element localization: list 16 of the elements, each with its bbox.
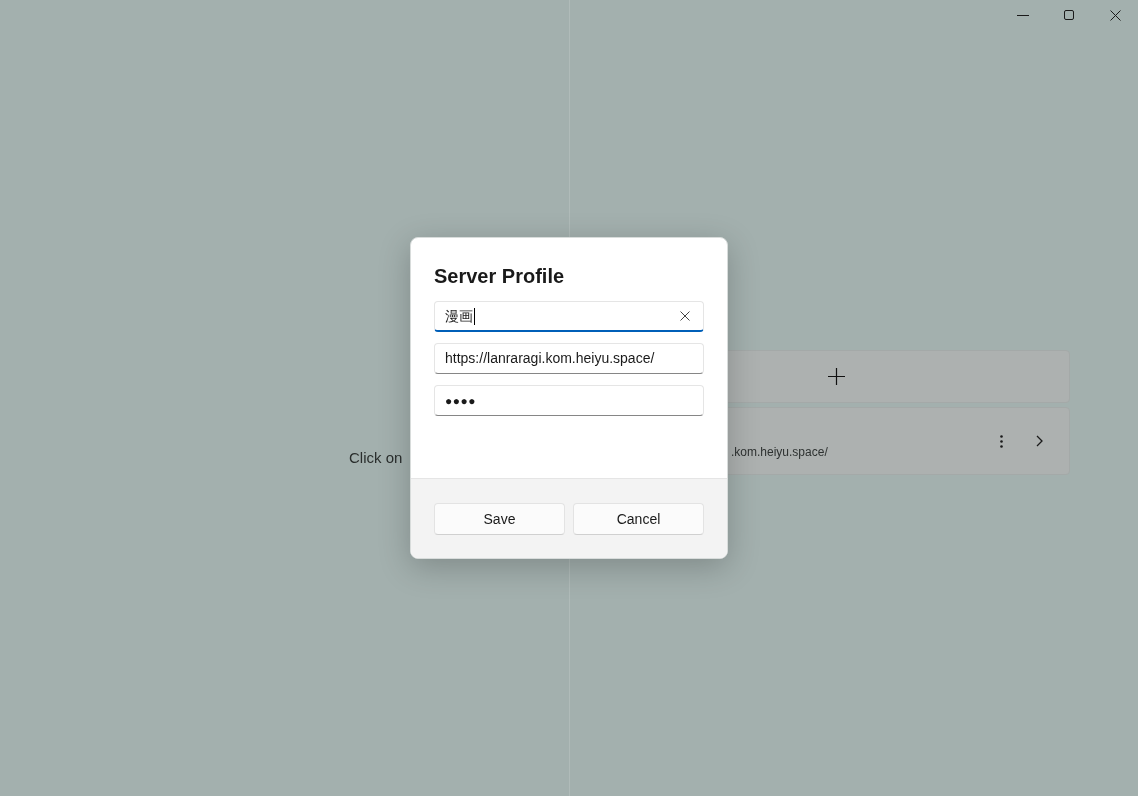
dialog-button[interactable]: Cancel	[573, 503, 704, 535]
password-field[interactable]: ●●●●	[434, 385, 704, 416]
close-icon	[1109, 9, 1121, 21]
text-field[interactable]: 漫画	[434, 301, 704, 332]
dialog-title: Server Profile	[434, 264, 566, 289]
text-field[interactable]: https://lanraragi.kom.heiyu.space/	[434, 343, 704, 374]
minimize-icon	[1017, 14, 1029, 16]
dialog-button[interactable]: Save	[434, 503, 565, 535]
text-cursor-icon	[474, 307, 475, 325]
close-icon	[680, 311, 690, 321]
plus-icon	[827, 368, 845, 385]
hint-text: Click on	[349, 449, 403, 466]
maximize-icon	[1064, 10, 1074, 20]
more-icon	[999, 434, 1003, 448]
server-address: .kom.heiyu.space/	[731, 444, 828, 461]
chevron-right-icon	[1035, 435, 1043, 447]
